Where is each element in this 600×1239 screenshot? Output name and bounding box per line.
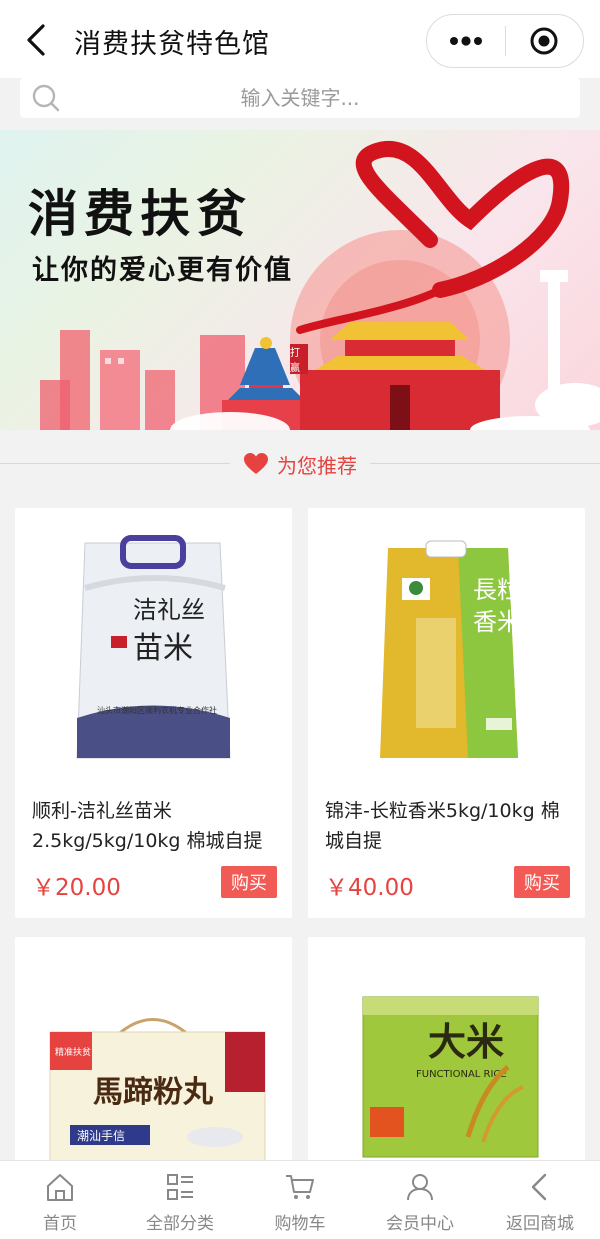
search-box <box>20 78 580 118</box>
tab-label: 返回商城 <box>506 1214 574 1234</box>
section-title: 为您推荐 <box>277 453 357 478</box>
more-dots-icon <box>449 36 482 46</box>
page-title: 消费扶贫特色馆 <box>74 29 270 60</box>
mini-program-capsule <box>426 14 584 68</box>
banner-subtitle: 让你的爱心更有价值 <box>32 255 293 286</box>
banner-stamp: 打赢 <box>290 344 308 374</box>
tab-back-to-mall[interactable]: 返回商城 <box>480 1161 600 1239</box>
svg-text:苗米: 苗米 <box>133 631 193 666</box>
home-icon <box>47 1174 73 1201</box>
tab-member-center[interactable]: 会员中心 <box>360 1161 480 1239</box>
tab-label: 购物车 <box>274 1214 326 1234</box>
tab-all-categories[interactable]: 全部分类 <box>120 1161 240 1239</box>
product-image[interactable]: 精准扶贫 馬蹄粉丸 潮汕手信 <box>15 937 292 1177</box>
buy-button[interactable]: 购买 <box>221 866 277 898</box>
divider-left <box>0 463 230 464</box>
product-card[interactable]: 長粒 香米 锦沣-长粒香米5kg/10kg 棉城自提 ￥40.00 购买 <box>308 508 585 918</box>
svg-text:FUNCTIONAL RICE: FUNCTIONAL RICE <box>416 1069 507 1080</box>
product-card[interactable]: 精准扶贫 馬蹄粉丸 潮汕手信 <box>15 937 292 1177</box>
tab-label: 首页 <box>43 1214 77 1234</box>
more-button[interactable] <box>427 15 505 67</box>
svg-text:洁礼丝: 洁礼丝 <box>133 596 205 624</box>
svg-text:馬蹄粉丸: 馬蹄粉丸 <box>93 1075 213 1110</box>
back-button[interactable] <box>18 20 54 60</box>
product-name[interactable]: 顺利-洁礼丝苗米2.5kg/5kg/10kg 棉城自提 <box>32 796 282 856</box>
rice-bag-illustration: 洁礼丝 苗米 汕头市潮阳区顺利农机专业合作社 <box>76 535 231 759</box>
search-input[interactable] <box>20 78 580 118</box>
promo-banner[interactable]: 消费扶贫 打赢 让你的爱心更有价值 <box>0 130 600 430</box>
tab-cart[interactable]: 购物车 <box>240 1161 360 1239</box>
close-mini-program-button[interactable] <box>506 15 584 67</box>
product-price: ￥20.00 <box>32 875 121 901</box>
chevron-left-icon <box>27 24 45 56</box>
heart-icon <box>244 453 268 474</box>
chevron-left-icon <box>531 1173 547 1201</box>
product-image[interactable]: 大米 FUNCTIONAL RICE <box>308 937 585 1177</box>
user-icon <box>407 1174 433 1201</box>
section-label: 为您推荐 <box>243 450 357 479</box>
divider-right <box>370 463 600 464</box>
product-image[interactable]: 長粒 香米 <box>308 508 585 778</box>
svg-text:香米: 香米 <box>473 608 521 636</box>
rice-box-illustration: 大米 FUNCTIONAL RICE <box>362 996 539 1158</box>
tab-home[interactable]: 首页 <box>0 1161 120 1239</box>
tab-label: 全部分类 <box>146 1214 214 1234</box>
bottom-tab-bar: 首页 全部分类 购物车 会员中心 返回商城 <box>0 1160 600 1239</box>
category-list-icon <box>167 1174 193 1200</box>
gift-box-illustration: 精准扶贫 馬蹄粉丸 潮汕手信 <box>49 1018 266 1168</box>
product-card[interactable]: 洁礼丝 苗米 汕头市潮阳区顺利农机专业合作社 顺利-洁礼丝苗米2.5kg/5kg… <box>15 508 292 918</box>
svg-text:汕头市潮阳区顺利农机专业合作社: 汕头市潮阳区顺利农机专业合作社 <box>97 705 217 715</box>
banner-title: 消费扶贫 <box>28 184 252 243</box>
svg-text:長粒: 長粒 <box>473 576 521 604</box>
product-card[interactable]: 大米 FUNCTIONAL RICE <box>308 937 585 1177</box>
top-navigation-bar: 消费扶贫特色馆 <box>0 0 600 78</box>
buy-button[interactable]: 购买 <box>514 866 570 898</box>
product-name[interactable]: 锦沣-长粒香米5kg/10kg 棉城自提 <box>325 796 575 856</box>
recommend-section-header: 为您推荐 <box>0 438 600 490</box>
target-circle-icon <box>530 27 558 55</box>
rice-bag-illustration: 長粒 香米 <box>380 540 521 758</box>
tab-label: 会员中心 <box>386 1214 454 1234</box>
product-image[interactable]: 洁礼丝 苗米 汕头市潮阳区顺利农机专业合作社 <box>15 508 292 778</box>
svg-text:潮汕手信: 潮汕手信 <box>77 1128 125 1143</box>
search-area <box>0 78 600 128</box>
cart-icon <box>286 1175 314 1199</box>
svg-text:大米: 大米 <box>428 1019 504 1064</box>
svg-text:精准扶贫: 精准扶贫 <box>55 1046 91 1058</box>
product-price: ￥40.00 <box>325 875 414 901</box>
